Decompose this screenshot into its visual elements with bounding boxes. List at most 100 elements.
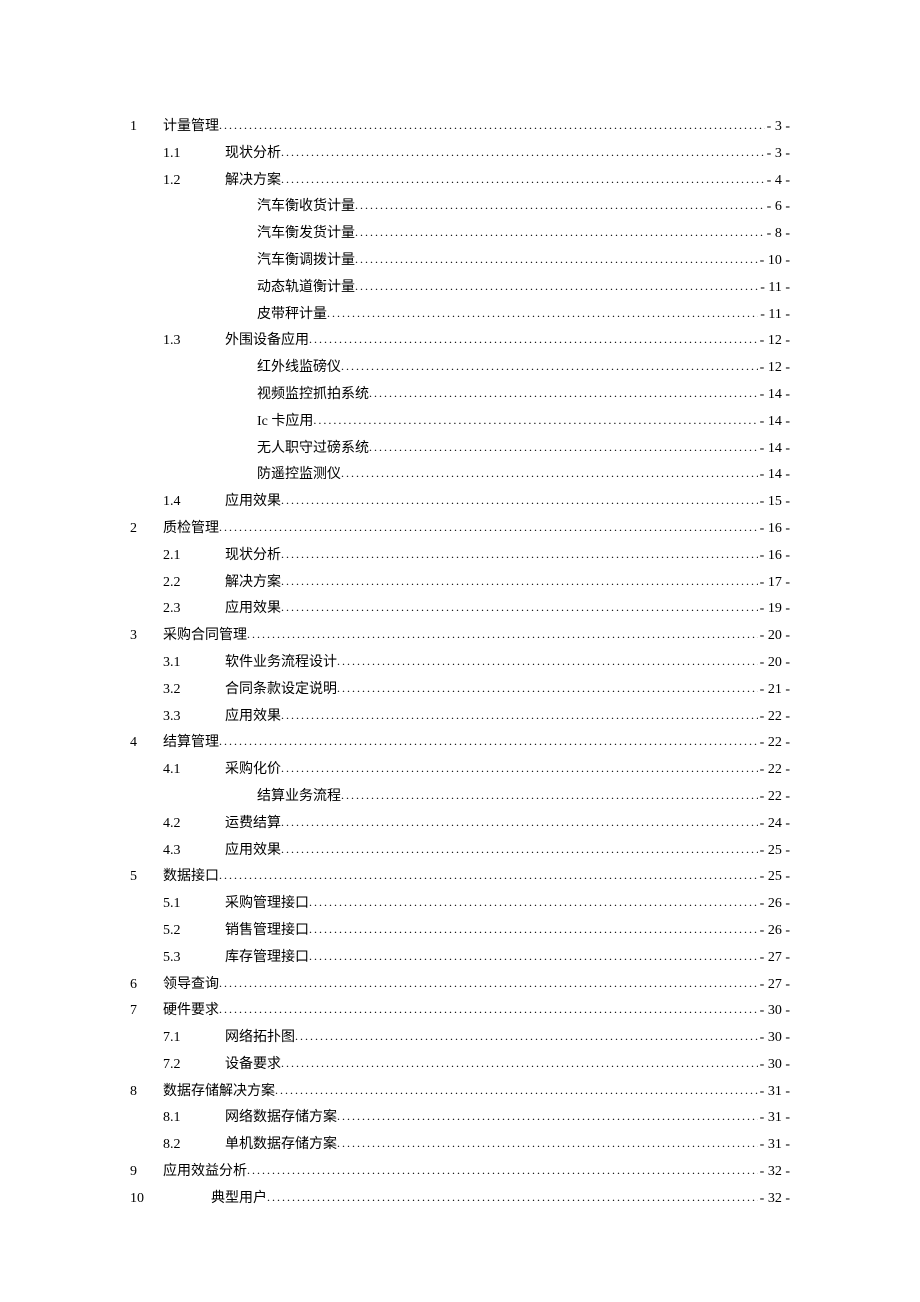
toc-title: 采购合同管理 [163, 624, 247, 648]
toc-leader-dots [281, 839, 758, 859]
toc-title: Ic 卡应用 [257, 410, 313, 434]
toc-title: 质检管理 [163, 517, 219, 541]
toc-title: 设备要求 [225, 1053, 281, 1077]
toc-entry: 2.1现状分析- 16 - [130, 544, 790, 568]
toc-title: 防遥控监测仪 [257, 463, 341, 487]
toc-entry: 红外线监磅仪- 12 - [130, 356, 790, 380]
toc-title: 皮带秤计量 [257, 303, 327, 327]
toc-entry: 3.3应用效果- 22 - [130, 705, 790, 729]
toc-leader-dots [341, 356, 758, 376]
toc-number: 8.1 [163, 1106, 225, 1130]
toc-entry: 动态轨道衡计量 - 11 - [130, 276, 790, 300]
toc-entry: 无人职守过磅系统 - 14 - [130, 437, 790, 461]
toc-page-number: - 27 - [758, 973, 790, 997]
toc-leader-dots [281, 1053, 758, 1073]
toc-leader-dots [281, 490, 758, 510]
toc-leader-dots [281, 142, 765, 162]
toc-entry: 10 典型用户 - 32 - [130, 1187, 790, 1211]
toc-entry: 2.2解决方案- 17 - [130, 571, 790, 595]
toc-title: 动态轨道衡计量 [257, 276, 355, 300]
toc-title: 结算业务流程 [257, 785, 341, 809]
toc-leader-dots [275, 1080, 758, 1100]
toc-leader-dots [369, 437, 758, 457]
toc-leader-dots [281, 597, 758, 617]
toc-page-number: - 3 - [765, 115, 790, 139]
toc-number: 6 [130, 973, 163, 997]
toc-page-number: - 12 - [758, 329, 790, 353]
toc-title: 采购化价 [225, 758, 281, 782]
toc-leader-dots [247, 624, 758, 644]
toc-page-number: - 32 - [758, 1187, 790, 1211]
toc-entry: 汽车衡收货计量- 6 - [130, 195, 790, 219]
toc-title: 网络数据存储方案 [225, 1106, 337, 1130]
toc-entry: Ic 卡应用- 14 - [130, 410, 790, 434]
toc-entry: 3.1软件业务流程设计- 20 - [130, 651, 790, 675]
toc-leader-dots [309, 892, 758, 912]
toc-title: 无人职守过磅系统 [257, 437, 369, 461]
toc-page-number: - 25 - [758, 865, 790, 889]
toc-leader-dots [281, 571, 758, 591]
toc-number: 4.1 [163, 758, 225, 782]
toc-leader-dots [309, 919, 758, 939]
toc-leader-dots [337, 651, 758, 671]
toc-title: 视频监控抓拍系统 [257, 383, 369, 407]
toc-entry: 视频监控抓拍系统 - 14 - [130, 383, 790, 407]
toc-leader-dots [219, 115, 765, 135]
toc-title: 汽车衡发货计量 [257, 222, 355, 246]
toc-leader-dots [281, 812, 758, 832]
toc-entry: 结算业务流程 - 22 - [130, 785, 790, 809]
toc-number: 4.3 [163, 839, 225, 863]
toc-title: 现状分析 [225, 142, 281, 166]
toc-page-number: - 14 - [758, 463, 790, 487]
toc-title: 典型用户 [211, 1187, 267, 1211]
toc-entry: 3.2合同条款设定说明- 21 - [130, 678, 790, 702]
toc-entry: 7硬件要求- 30 - [130, 999, 790, 1023]
toc-page-number: - 31 - [758, 1106, 790, 1130]
toc-entry: 1.3外围设备应用- 12 - [130, 329, 790, 353]
toc-page-number: - 14 - [758, 383, 790, 407]
toc-leader-dots [341, 785, 758, 805]
toc-entry: 2.3应用效果- 19 - [130, 597, 790, 621]
toc-entry: 4.2运费结算- 24 - [130, 812, 790, 836]
toc-page-number: - 4 - [765, 169, 790, 193]
toc-page-number: - 24 - [758, 812, 790, 836]
toc-leader-dots [341, 463, 758, 483]
toc-entry: 皮带秤计量- 11 - [130, 303, 790, 327]
toc-page-number: - 31 - [758, 1080, 790, 1104]
toc-title: 解决方案 [225, 169, 281, 193]
toc-number: 10 [130, 1187, 163, 1211]
toc-entry: 8.1网络数据存储方案 - 31 - [130, 1106, 790, 1130]
toc-page-number: - 16 - [758, 544, 790, 568]
toc-page-number: - 11 - [758, 276, 790, 300]
toc-title: 应用效果 [225, 705, 281, 729]
toc-number: 5 [130, 865, 163, 889]
toc-title: 应用效果 [225, 839, 281, 863]
toc-number: 2.2 [163, 571, 225, 595]
toc-page-number: - 22 - [758, 785, 790, 809]
toc-number: 5.1 [163, 892, 225, 916]
toc-title: 汽车衡收货计量 [257, 195, 355, 219]
toc-title: 销售管理接口 [225, 919, 309, 943]
toc-title: 运费结算 [225, 812, 281, 836]
toc-leader-dots [327, 303, 758, 323]
toc-title: 应用效果 [225, 597, 281, 621]
toc-number: 9 [130, 1160, 163, 1184]
toc-number: 1 [130, 115, 163, 139]
toc-entry: 5.3库存管理接口- 27 - [130, 946, 790, 970]
toc-number: 1.3 [163, 329, 225, 353]
toc-number: 7.1 [163, 1026, 225, 1050]
toc-page-number: - 14 - [758, 437, 790, 461]
toc-number: 3.1 [163, 651, 225, 675]
toc-leader-dots [309, 329, 758, 349]
toc-leader-dots [355, 249, 758, 269]
toc-number: 7.2 [163, 1053, 225, 1077]
toc-entry: 防遥控监测仪 - 14 - [130, 463, 790, 487]
table-of-contents: 1计量管理- 3 -1.1现状分析- 3 -1.2解决方案- 4 -汽车衡收货计… [130, 115, 790, 1211]
toc-page-number: - 12 - [758, 356, 790, 380]
toc-leader-dots [337, 1133, 758, 1153]
toc-page-number: - 30 - [758, 999, 790, 1023]
toc-number: 1.1 [163, 142, 225, 166]
toc-entry: 4.3应用效果- 25 - [130, 839, 790, 863]
toc-leader-dots [295, 1026, 758, 1046]
toc-leader-dots [219, 865, 758, 885]
